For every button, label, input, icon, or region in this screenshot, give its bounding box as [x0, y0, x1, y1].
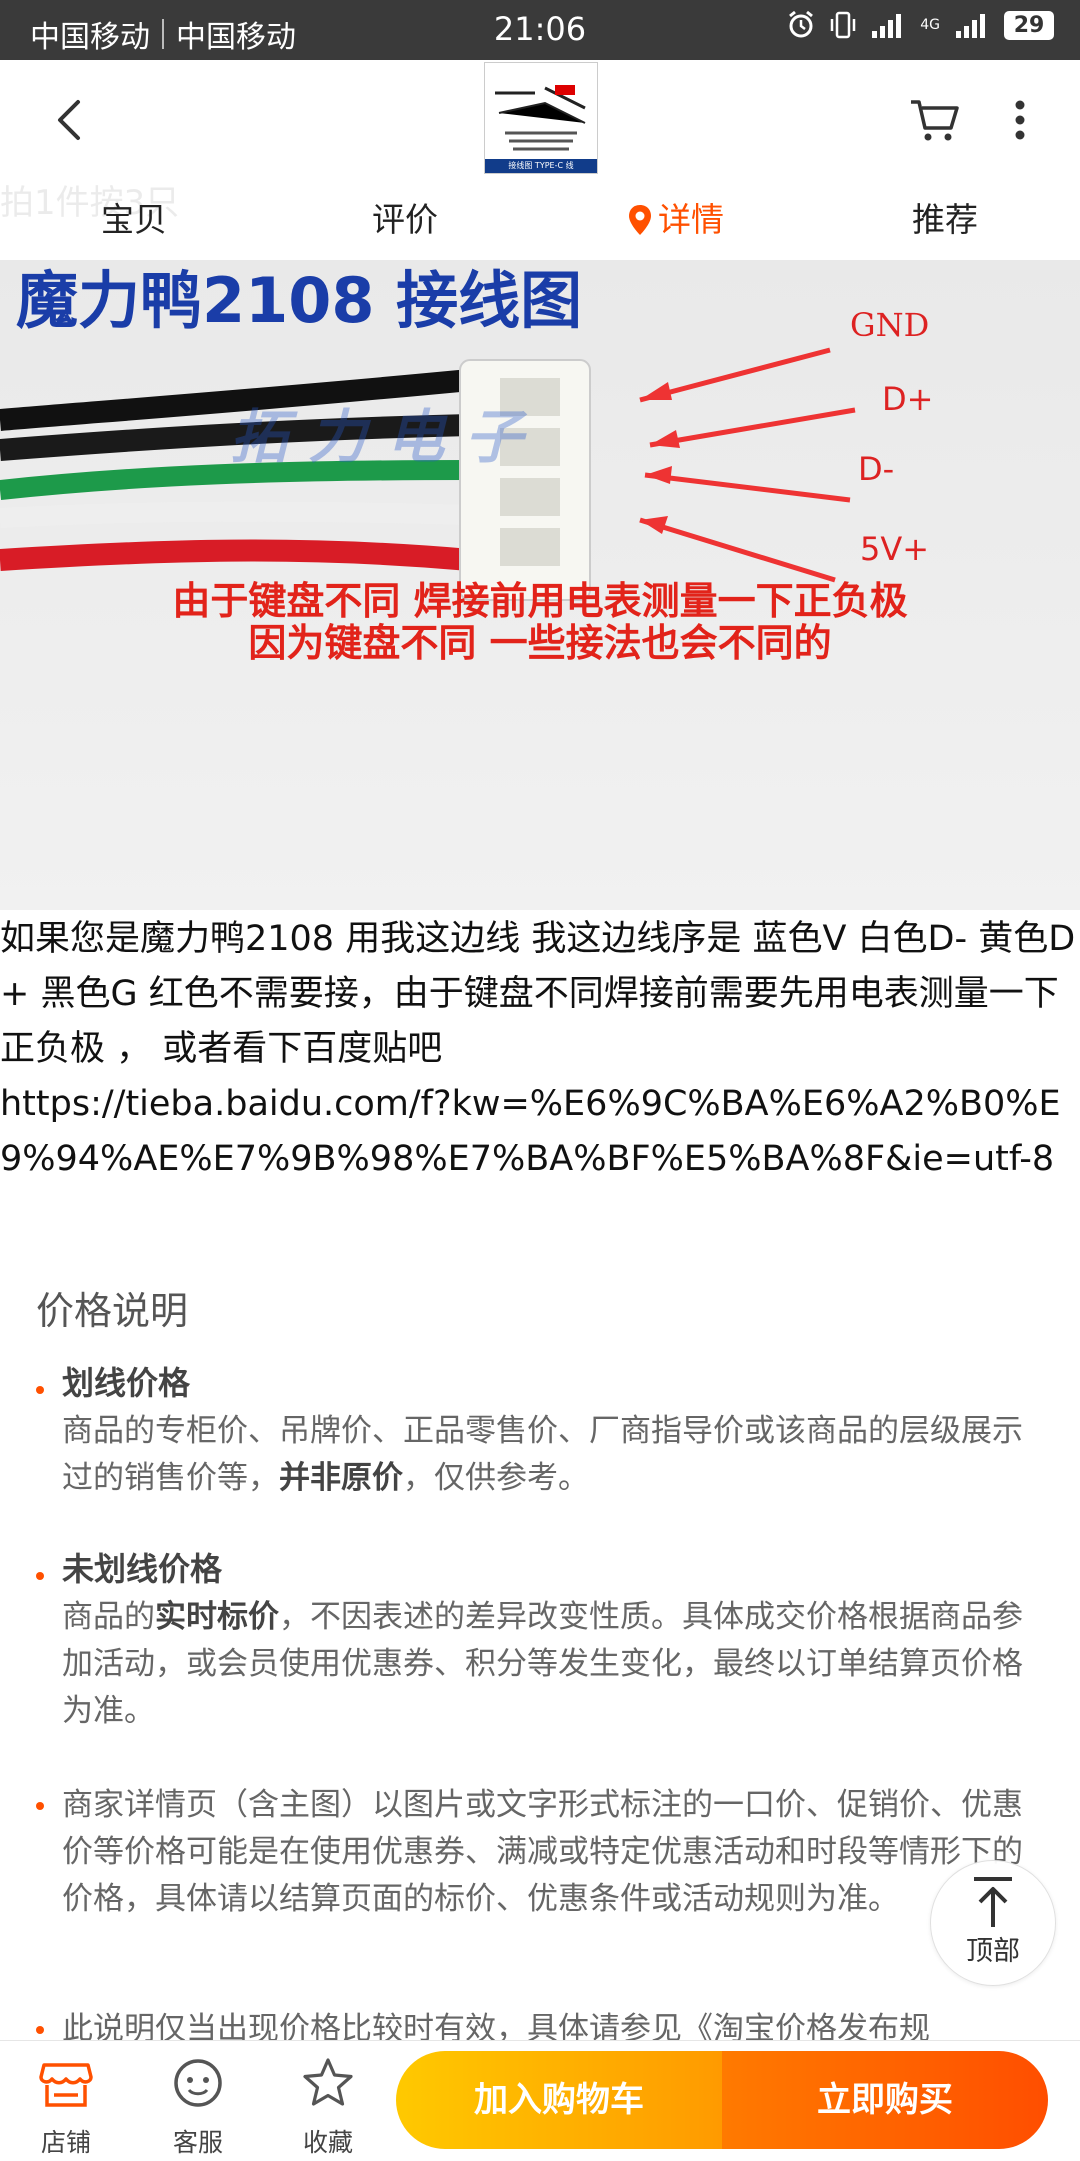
add-to-cart-button[interactable]: 加入购物车 — [396, 2051, 722, 2149]
more-vertical-icon — [1015, 100, 1025, 140]
product-thumbnail[interactable]: 接线图 TYPE-C 线 — [484, 62, 598, 174]
warning-line-2: 因为键盘不同 一些接法也会不同的 — [248, 621, 832, 665]
price-item: 划线价格 商品的专柜价、吊牌价、正品零售价、厂商指导价或该商品的层级展示过的销售… — [36, 1358, 1036, 1502]
tab-details-label: 详情 — [658, 200, 724, 239]
pin-label-5v: 5V+ — [860, 530, 930, 568]
product-description: 如果您是魔力鸭2108 用我这边线 我这边线序是 蓝色V 白色D- 黄色D+ 黑… — [0, 912, 1080, 1187]
service-label: 客服 — [172, 2128, 223, 2157]
alarm-icon — [789, 10, 814, 38]
status-bar: 中国移动 中国移动 21:06 4G 29 — [0, 0, 1080, 60]
price-explanation-section: 价格说明 划线价格 商品的专柜价、吊牌价、正品零售价、厂商指导价或该商品的层级展… — [0, 1250, 1080, 2050]
price-item: 商家详情页（含主图）以图片或文字形式标注的一口价、促销价、优惠价等价格可能是在使… — [36, 1782, 1036, 1923]
star-icon — [303, 2058, 353, 2106]
arrow-up-icon — [974, 1877, 1012, 1927]
tab-recommend[interactable]: 推荐 — [845, 185, 1045, 255]
cart-button[interactable] — [905, 90, 965, 150]
detail-tabs: 宝贝 评价 详情 推荐 — [0, 185, 1080, 255]
tab-details[interactable]: 详情 — [575, 185, 775, 255]
signal-icon-1 — [872, 14, 902, 38]
location-pin-icon — [629, 205, 651, 235]
bullet-dot — [36, 1386, 44, 1394]
shop-button[interactable]: 店铺 — [6, 2051, 126, 2161]
bottom-action-bar: 店铺 客服 收藏 加入购物车 立即购买 — [0, 2040, 1080, 2161]
battery-indicator: 29 — [1004, 10, 1054, 40]
buy-now-button[interactable]: 立即购买 — [722, 2051, 1048, 2149]
top-navigation: 拍1件按3只 接线图 TYPE-C 线 宝贝 评价 详情 推荐 — [0, 60, 1080, 260]
back-to-top-button[interactable]: 顶部 — [930, 1860, 1056, 1986]
network-type: 4G — [920, 17, 940, 33]
back-button[interactable] — [40, 90, 100, 150]
favorite-label: 收藏 — [302, 2128, 353, 2157]
price-item: 未划线价格 商品的实时标价，不因表述的差异改变性质。具体成交价格根据商品参加活动… — [36, 1544, 1036, 1735]
vibrate-icon — [830, 11, 856, 39]
description-link[interactable]: https://tieba.baidu.com/f?kw=%E6%9C%BA%E… — [0, 1077, 1080, 1187]
bullet-dot — [36, 1572, 44, 1580]
shop-icon — [39, 2063, 93, 2107]
price-item-body: 商家详情页（含主图）以图片或文字形式标注的一口价、促销价、优惠价等价格可能是在使… — [62, 1787, 1023, 1917]
shop-label: 店铺 — [40, 2128, 91, 2157]
watermark-text: 拓 力 电 子 — [230, 403, 523, 471]
description-text: 如果您是魔力鸭2108 用我这边线 我这边线序是 蓝色V 白色D- 黄色D+ 黑… — [0, 919, 1076, 1069]
signal-icon-2 — [956, 14, 985, 38]
bullet-dot — [36, 2026, 44, 2034]
product-detail-image: 魔力鸭2108 接线图 GND D+ D- 5V+ 拓 力 电 子 由于键盘不同… — [0, 260, 1080, 910]
thumbnail-caption: 接线图 TYPE-C 线 — [508, 161, 574, 170]
pin-label-dplus: D+ — [882, 380, 934, 418]
status-icons: 4G 29 — [786, 10, 1054, 40]
price-item-body: 商品的实时标价，不因表述的差异改变性质。具体成交价格根据商品参加活动，或会员使用… — [62, 1599, 1023, 1729]
diagram-title: 魔力鸭2108 接线图 — [16, 264, 583, 337]
tab-item[interactable]: 宝贝 — [34, 185, 234, 255]
cart-icon — [911, 100, 959, 141]
price-item-title: 未划线价格 — [62, 1550, 223, 1588]
section-title: 价格说明 — [36, 1289, 189, 1333]
customer-service-button[interactable]: 客服 — [138, 2051, 258, 2161]
bullet-dot — [36, 1802, 44, 1810]
pin-label-gnd: GND — [850, 306, 930, 344]
back-to-top-label: 顶部 — [966, 1936, 1020, 1967]
pin-label-dminus: D- — [858, 450, 895, 488]
chevron-left-icon — [58, 100, 80, 140]
chat-face-icon — [174, 2059, 222, 2107]
price-item-body: 商品的专柜价、吊牌价、正品零售价、厂商指导价或该商品的层级展示过的销售价等，并非… — [62, 1413, 1023, 1496]
favorite-button[interactable]: 收藏 — [268, 2051, 388, 2161]
price-item-title: 划线价格 — [62, 1364, 191, 1402]
more-button[interactable] — [1000, 90, 1040, 150]
tab-reviews[interactable]: 评价 — [305, 185, 505, 255]
